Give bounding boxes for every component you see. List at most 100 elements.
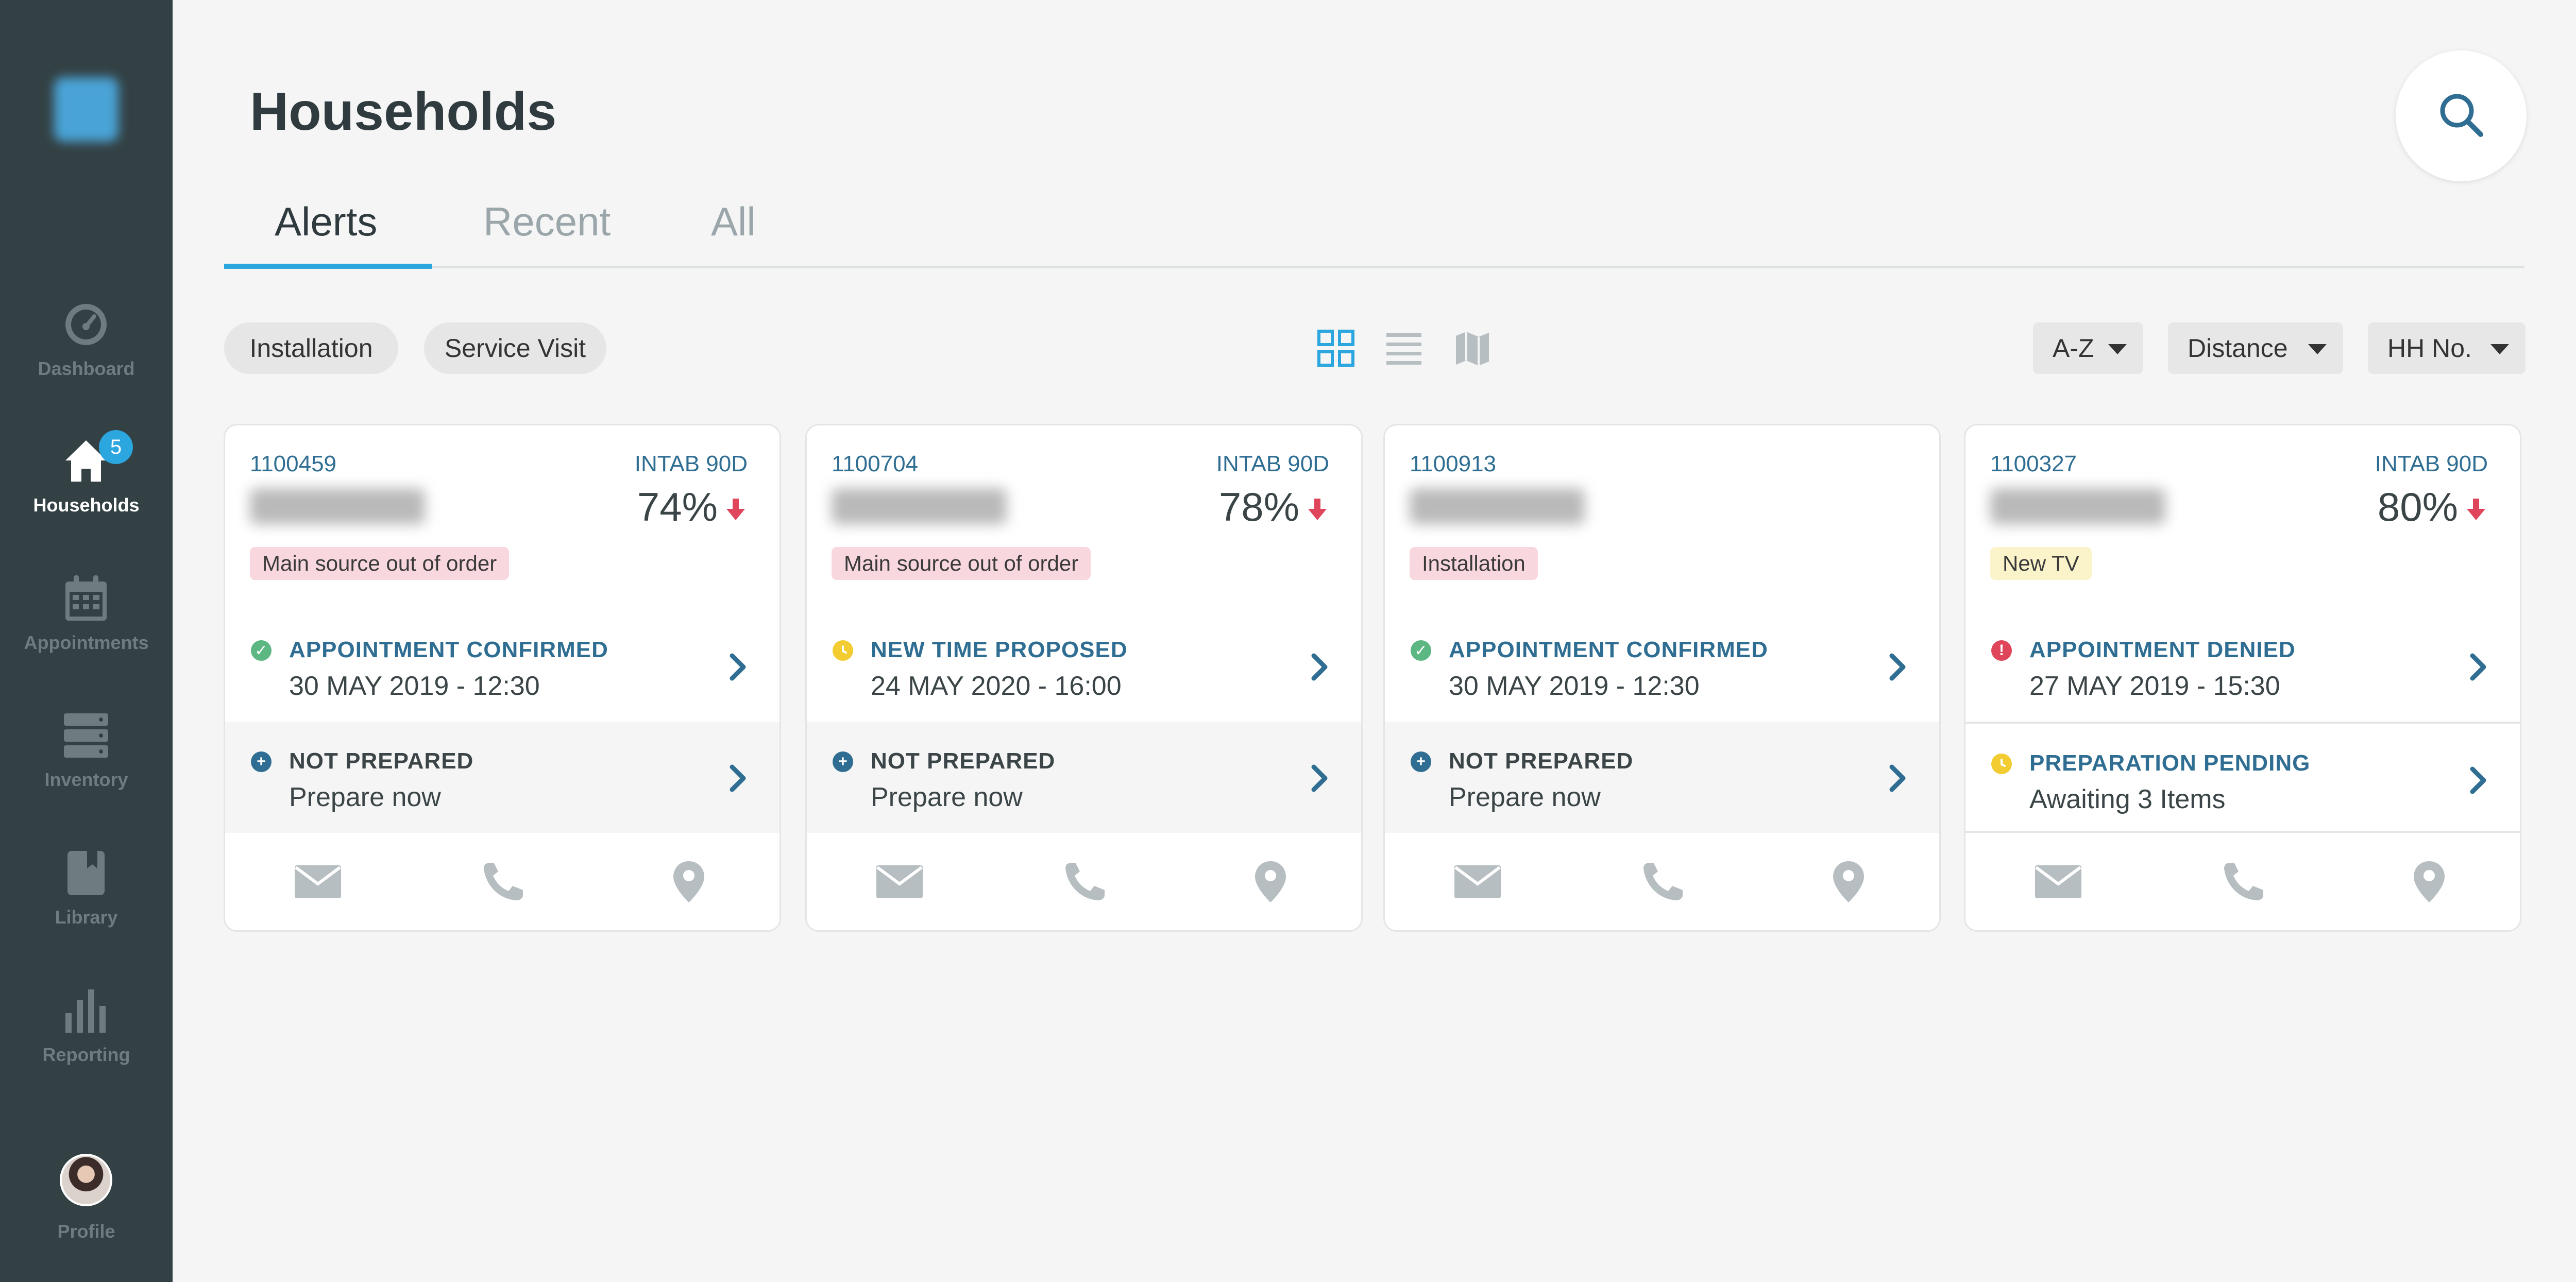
appointment-row[interactable]: ✓ APPOINTMENT CONFIRMED 30 MAY 2019 - 12… — [1385, 610, 1939, 722]
location-pin-icon[interactable] — [1823, 859, 1874, 905]
household-card[interactable]: 1100459 INTAB 90D 74% Main source out of… — [224, 424, 781, 932]
check-circle-icon: ✓ — [1411, 640, 1431, 661]
plus-circle-icon: + — [833, 751, 853, 772]
intab-label: INTAB 90D — [1216, 451, 1329, 476]
nav-item-reporting[interactable]: Reporting — [0, 985, 173, 1098]
nav-item-appointments[interactable]: Appointments — [0, 573, 173, 686]
search-button[interactable] — [2396, 50, 2527, 181]
appointment-status: NEW TIME PROPOSED — [871, 637, 1128, 662]
chevron-right-icon[interactable] — [1888, 763, 1908, 794]
email-icon[interactable] — [292, 859, 344, 905]
household-id[interactable]: 1100459 — [250, 451, 336, 477]
appointment-row[interactable]: ! APPOINTMENT DENIED 27 MAY 2019 - 15:30 — [1965, 610, 2520, 722]
nav-label: Dashboard — [38, 358, 135, 379]
inventory-icon — [60, 710, 112, 761]
appointment-status: APPOINTMENT DENIED — [2029, 637, 2296, 662]
chevron-right-icon[interactable] — [1310, 652, 1330, 682]
filter-chip-installation[interactable]: Installation — [224, 322, 398, 374]
search-icon — [2437, 91, 2485, 141]
location-pin-icon[interactable] — [2403, 859, 2455, 905]
email-icon[interactable] — [1452, 859, 1503, 905]
intab-label: INTAB 90D — [634, 451, 748, 476]
location-pin-icon[interactable] — [663, 859, 715, 905]
household-id[interactable]: 1100327 — [1990, 451, 2077, 477]
list-view-icon[interactable] — [1383, 328, 1425, 369]
nav-item-profile[interactable]: Profile — [0, 1161, 173, 1242]
chevron-down-icon — [2490, 344, 2509, 354]
intab-percent: 74% — [637, 484, 718, 529]
preparation-row[interactable]: PREPARATION PENDING Awaiting 3 Items — [1965, 722, 2520, 833]
contact-actions — [225, 833, 779, 930]
household-card[interactable]: 1100327 INTAB 90D 80% New TV ! APPOINTME… — [1964, 424, 2521, 932]
exclamation-circle-icon: ! — [1991, 640, 2012, 661]
preparation-detail: Prepare now — [289, 782, 441, 812]
clock-icon — [1991, 754, 2012, 774]
chevron-right-icon[interactable] — [2468, 765, 2489, 796]
nav-item-inventory[interactable]: Inventory — [0, 710, 173, 823]
sort-az-dropdown[interactable]: A-Z — [2033, 322, 2143, 374]
preparation-status: PREPARATION PENDING — [2029, 750, 2311, 776]
appointment-row[interactable]: ✓ APPOINTMENT CONFIRMED 30 MAY 2019 - 12… — [225, 610, 779, 722]
nav-item-library[interactable]: Library — [0, 847, 173, 961]
page-title: Households — [250, 82, 557, 142]
household-name-blurred — [832, 488, 1007, 524]
chevron-right-icon[interactable] — [2468, 652, 2489, 682]
filter-chip-service-visit[interactable]: Service Visit — [424, 322, 606, 374]
check-circle-icon: ✓ — [251, 640, 272, 661]
sort-label: HH No. — [2387, 334, 2472, 363]
nav-label: Reporting — [42, 1044, 130, 1065]
chevron-right-icon[interactable] — [1310, 763, 1330, 794]
chevron-right-icon[interactable] — [728, 763, 749, 794]
book-icon — [60, 847, 112, 899]
email-icon[interactable] — [874, 859, 925, 905]
preparation-detail: Awaiting 3 Items — [2029, 784, 2226, 814]
grid-view-icon[interactable] — [1315, 328, 1357, 369]
phone-icon[interactable] — [1637, 859, 1689, 905]
household-name-blurred — [250, 488, 425, 524]
household-id[interactable]: 1100704 — [832, 451, 918, 477]
contact-actions — [1965, 833, 2520, 930]
preparation-detail: Prepare now — [871, 782, 1023, 812]
arrow-down-icon — [2467, 499, 2485, 520]
clock-icon — [833, 640, 853, 661]
appointment-status: APPOINTMENT CONFIRMED — [1449, 637, 1768, 662]
sort-label: A-Z — [2053, 334, 2094, 363]
intab-label: INTAB 90D — [2375, 451, 2488, 476]
sort-hh-no-dropdown[interactable]: HH No. — [2368, 322, 2526, 374]
alert-tag: Main source out of order — [832, 547, 1091, 580]
phone-icon[interactable] — [478, 859, 529, 905]
household-card[interactable]: 1100704 INTAB 90D 78% Main source out of… — [805, 424, 1363, 932]
sort-distance-dropdown[interactable]: Distance — [2168, 322, 2343, 374]
alert-tag: New TV — [1990, 547, 2092, 580]
household-name-blurred — [1990, 488, 2165, 524]
appointment-date: 30 MAY 2019 - 12:30 — [289, 671, 540, 701]
household-card[interactable]: 1100913 Installation ✓ APPOINTMENT CONFI… — [1383, 424, 1941, 932]
email-icon[interactable] — [2032, 859, 2084, 905]
household-name-blurred — [1410, 488, 1585, 524]
nav-label: Inventory — [44, 769, 128, 790]
nav-item-households[interactable]: 5 Households — [0, 430, 173, 549]
arrow-down-icon — [726, 499, 745, 520]
appointment-row[interactable]: NEW TIME PROPOSED 24 MAY 2020 - 16:00 — [807, 610, 1361, 722]
household-id[interactable]: 1100913 — [1410, 451, 1496, 477]
location-pin-icon[interactable] — [1245, 859, 1296, 905]
tab-alerts[interactable]: Alerts — [275, 198, 377, 245]
preparation-row[interactable]: + NOT PREPARED Prepare now — [225, 722, 779, 833]
map-view-icon[interactable] — [1452, 328, 1493, 369]
preparation-row[interactable]: + NOT PREPARED Prepare now — [1385, 722, 1939, 833]
nav-item-dashboard[interactable]: Dashboard — [0, 299, 173, 412]
active-tab-indicator — [224, 264, 432, 269]
appointment-date: 24 MAY 2020 - 16:00 — [871, 671, 1122, 701]
preparation-detail: Prepare now — [1449, 782, 1601, 812]
chevron-right-icon[interactable] — [728, 652, 749, 682]
chevron-right-icon[interactable] — [1888, 652, 1908, 682]
preparation-row[interactable]: + NOT PREPARED Prepare now — [807, 722, 1361, 833]
phone-icon[interactable] — [2218, 859, 2269, 905]
contact-actions — [1385, 833, 1939, 930]
nav-label: Households — [33, 494, 140, 516]
dashboard-icon — [60, 299, 112, 350]
households-badge: 5 — [99, 430, 133, 464]
phone-icon[interactable] — [1059, 859, 1111, 905]
tab-all[interactable]: All — [711, 198, 756, 245]
tab-recent[interactable]: Recent — [483, 198, 611, 245]
